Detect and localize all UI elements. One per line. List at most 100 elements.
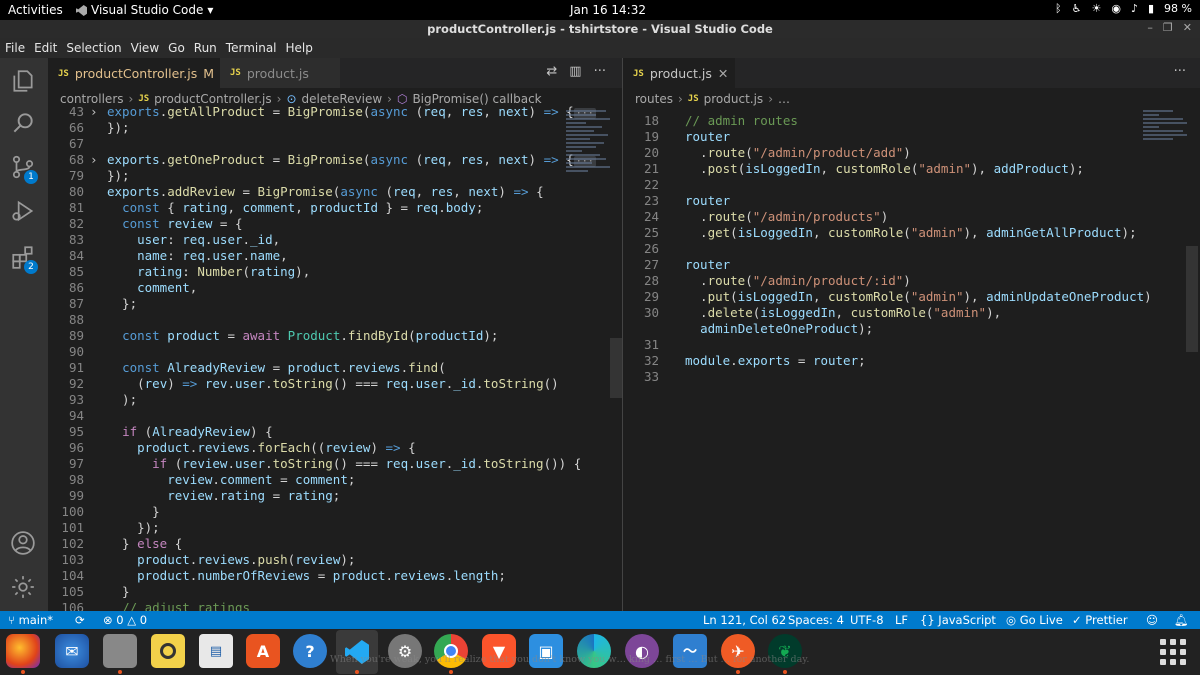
code-line[interactable]: 29 .put(isLoggedIn, customRole("admin"),… [623,289,1200,305]
code-line[interactable]: 86 comment, [48,280,622,296]
app-menu[interactable]: Visual Studio Code ▾ [76,3,213,17]
run-debug-icon[interactable] [10,198,36,224]
right-code-area[interactable]: 18// admin routes 19 router 20 .route("/adm… [623,110,1200,611]
menu-file[interactable]: File [5,41,25,55]
code-line[interactable]: 30 .delete(isLoggedIn, customRole("admin… [623,305,1200,321]
code-line[interactable]: 23 router [623,193,1200,209]
tab-productController[interactable]: JS productController.js M [48,58,220,88]
code-line[interactable]: 90 [48,344,622,360]
close-tab-icon[interactable]: ✕ [718,66,728,81]
search-icon[interactable] [10,110,36,136]
code-line[interactable]: 79}); [48,168,622,184]
right-minimap[interactable] [1143,110,1200,160]
app-center-icon[interactable]: A [246,634,280,668]
system-tray[interactable]: ᛒ ♿ ☀ ◉ ♪ ▮ 98 % [1055,2,1192,15]
right-scrollbar[interactable] [1186,246,1198,352]
compare-changes-icon[interactable]: ⇄ [546,64,557,79]
code-line[interactable]: 21 .post(isLoggedIn, customRole("admin")… [623,161,1200,177]
code-line[interactable]: 68 › exports.getOneProduct = BigPromise(as… [48,152,622,168]
breadcrumb-file[interactable]: product.js [704,92,764,106]
menu-selection[interactable]: Selection [66,41,121,55]
rhythmbox-icon[interactable] [151,634,185,668]
fold-chevron-icon[interactable]: › [90,104,98,120]
encoding[interactable]: UTF-8 [850,613,884,627]
code-line[interactable]: 80 exports.addReview = BigPromise(async (… [48,184,622,200]
code-line[interactable]: 27 router [623,257,1200,273]
menu-view[interactable]: View [131,41,159,55]
code-line[interactable]: 19 router [623,129,1200,145]
code-line[interactable]: 88 [48,312,622,328]
breadcrumb-more[interactable]: … [778,92,790,106]
menu-help[interactable]: Help [286,41,313,55]
menu-terminal[interactable]: Terminal [226,41,277,55]
firefox-icon[interactable] [6,634,40,668]
split-editor-icon[interactable]: ▥ [569,64,581,79]
help-icon[interactable]: ? [293,634,327,668]
minimize-icon[interactable]: – [1147,21,1153,34]
code-line[interactable]: 100 } [48,504,622,520]
prettier-button[interactable]: ✓ Prettier [1072,613,1128,627]
code-line[interactable]: 81 const { rating, comment, productId } … [48,200,622,216]
code-line[interactable]: 96 product.reviews.forEach((review) => { [48,440,622,456]
code-line[interactable]: 25 .get(isLoggedIn, customRole("admin"),… [623,225,1200,241]
feedback-icon[interactable]: ☺ [1146,613,1158,627]
code-line[interactable]: 32 module.exports = router; [623,353,1200,369]
code-line[interactable]: 43 › exports.getAllProduct = BigPromise(as… [48,104,622,120]
problems-indicator[interactable]: ⊗ 0 △ 0 [103,613,147,627]
code-line[interactable]: 82 const review = { [48,216,622,232]
fold-chevron-icon[interactable]: › [90,152,98,168]
code-line[interactable]: 95 if (AlreadyReview) { [48,424,622,440]
account-icon[interactable] [10,530,36,556]
more-actions-icon[interactable]: ··· [1174,64,1186,79]
close-icon[interactable]: ✕ [1183,21,1192,34]
code-line[interactable]: 87 }; [48,296,622,312]
left-scrollbar[interactable] [610,338,622,398]
notifications-bell-icon[interactable]: 🔔︎ [1174,613,1189,627]
settings-gear-icon[interactable] [10,574,36,600]
code-line[interactable]: 28 .route("/admin/product/:id") [623,273,1200,289]
code-line[interactable]: 104 product.numberOfReviews = product.re… [48,568,622,584]
cursor-position[interactable]: Ln 121, Col 62 [703,613,786,627]
code-line[interactable]: 94 [48,408,622,424]
vscode-icon[interactable] [336,630,378,674]
code-line[interactable]: 89 const product = await Product.findByI… [48,328,622,344]
breadcrumb-folder[interactable]: routes [635,92,673,106]
branch-indicator[interactable]: ⑂ main* [8,613,53,627]
clock[interactable]: Jan 16 14:32 [570,3,646,17]
tab-product[interactable]: JS product.js [220,58,340,88]
code-line[interactable]: 103 product.reviews.push(review); [48,552,622,568]
code-line[interactable]: 102 } else { [48,536,622,552]
thunderbird-icon[interactable]: ✉ [55,634,89,668]
activities-button[interactable]: Activities [8,3,63,17]
code-line[interactable]: 31 [623,337,1200,353]
code-line[interactable]: 33 [623,369,1200,385]
sync-icon[interactable]: ⟳ [75,613,85,627]
files-icon[interactable] [10,68,36,94]
files-icon[interactable] [103,634,137,668]
more-actions-icon[interactable]: ··· [594,64,606,79]
code-line[interactable]: 66}); [48,120,622,136]
restore-icon[interactable]: ❐ [1163,21,1173,34]
code-line[interactable]: 84 name: req.user.name, [48,248,622,264]
code-line[interactable]: adminDeleteOneProduct); [623,321,1200,337]
left-code-area[interactable]: 43 › exports.getAllProduct = BigPromise(as… [48,104,622,611]
code-line[interactable]: 106 // adjust ratings [48,600,622,611]
code-line[interactable]: 18 // admin routes [623,113,1200,129]
tab-product-right[interactable]: JS product.js ✕ [623,58,735,88]
go-live-button[interactable]: ◎ Go Live [1006,613,1063,627]
code-line[interactable]: 93 ); [48,392,622,408]
text-editor-icon[interactable]: ▤ [199,634,233,668]
code-line[interactable]: 22 [623,177,1200,193]
code-line[interactable]: 20 .route("/admin/product/add") [623,145,1200,161]
code-line[interactable]: 85 rating: Number(rating), [48,264,622,280]
show-applications-icon[interactable] [1160,639,1186,665]
code-line[interactable]: 67 [48,136,622,152]
code-line[interactable]: 101 }); [48,520,622,536]
menu-run[interactable]: Run [194,41,217,55]
code-line[interactable]: 91 const AlreadyReview = product.reviews… [48,360,622,376]
code-line[interactable]: 105 } [48,584,622,600]
code-line[interactable]: 92 (rev) => rev.user.toString() === req.… [48,376,622,392]
menu-edit[interactable]: Edit [34,41,57,55]
code-line[interactable]: 99 review.rating = rating; [48,488,622,504]
language-mode[interactable]: {} JavaScript [920,613,996,627]
